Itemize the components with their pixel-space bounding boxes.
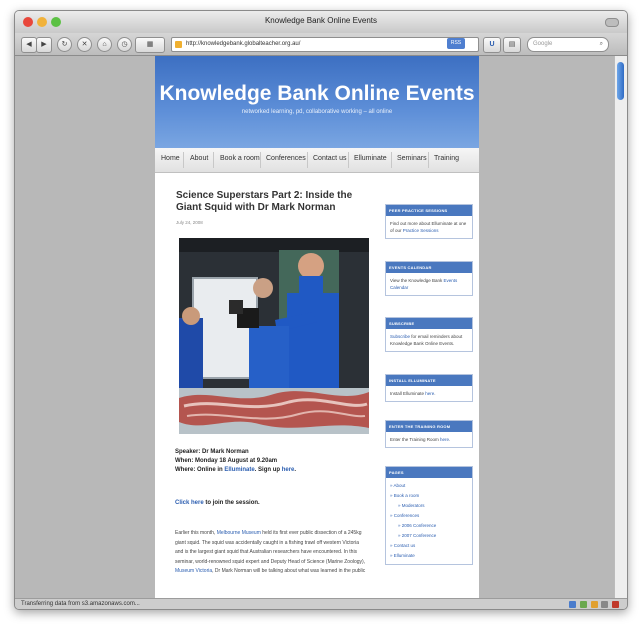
widget-heading: ENTER THE TRAINING ROOM	[386, 421, 472, 432]
home-icon[interactable]: ⌂	[97, 37, 112, 52]
melbourne-museum-link[interactable]: Melbourne Museum	[217, 530, 261, 536]
site-title[interactable]: Knowledge Bank Online Events	[155, 82, 479, 106]
page-link-contact-us[interactable]: » Contact us	[390, 541, 468, 551]
pages-list: » About » Book a room » Moderators » Con…	[386, 478, 472, 564]
post-photo	[179, 238, 369, 434]
nav-item-conferences[interactable]: Conferences	[266, 155, 306, 162]
address-bar[interactable]: http://knowledgebank.globalteacher.org.a…	[171, 37, 479, 52]
search-input[interactable]: Google ⌕	[527, 37, 609, 52]
where-end: .	[294, 467, 297, 473]
reload-icon[interactable]: ↻	[57, 37, 72, 52]
stop-icon[interactable]: ✕	[77, 37, 92, 52]
site-nav: Home About Book a room Conferences Conta…	[155, 148, 479, 173]
training-room-link[interactable]: here	[440, 437, 449, 442]
sidebar-widget-subscribe: SUBSCRIBE Subscribe for email reminders …	[385, 317, 473, 352]
page-viewport: Knowledge Bank Online Events networked l…	[15, 56, 615, 598]
when-line: When: Monday 18 August at 9.20am	[175, 458, 278, 464]
rss-icon[interactable]: RSS	[447, 38, 465, 49]
event-details: Speaker: Dr Mark Norman When: Monday 18 …	[175, 448, 296, 475]
addon-icon[interactable]	[601, 601, 609, 608]
subscribe-link[interactable]: Subscribe	[390, 334, 410, 339]
status-bar: Transferring data from s3.amazonaws.com.…	[15, 598, 627, 609]
nav-item-about[interactable]: About	[190, 155, 208, 162]
url-text: http://knowledgebank.globalteacher.org.a…	[186, 41, 301, 47]
sidebar-widget-install: INSTALL ELLUMINATE Install Elluminate he…	[385, 374, 473, 402]
body-text-3: , Dr Mark Norman will be talking about w…	[212, 568, 366, 574]
history-icon[interactable]: ◷	[117, 37, 132, 52]
addon-icon[interactable]	[612, 601, 619, 608]
post-date: July 24, 2008	[176, 220, 203, 225]
widget-heading: INSTALL ELLUMINATE	[386, 375, 472, 386]
scrollbar-thumb[interactable]	[617, 62, 624, 100]
nav-item-home[interactable]: Home	[161, 155, 180, 162]
squid-dissection-photo	[179, 238, 369, 434]
sidebar-widget-pages: PAGES » About » Book a room » Moderators…	[385, 466, 473, 565]
browser-toolbar: ◀ ▶ ↻ ✕ ⌂ ◷ ▦ http://knowledgebank.globa…	[15, 33, 627, 56]
page-link-2006-conference[interactable]: » 2006 Conference	[390, 521, 468, 531]
elluminate-link[interactable]: Elluminate	[224, 467, 254, 473]
sidebar-widget-training-room: ENTER THE TRAINING ROOM Enter the Traini…	[385, 420, 473, 448]
body-text-1: Earlier this month,	[175, 530, 217, 536]
widget-body: Subscribe for email reminders about Know…	[386, 329, 472, 351]
widget-body: View the Knowledge Bank Events Calendar	[386, 273, 472, 295]
widget-heading: PEER PRACTICE SESSIONS	[386, 205, 472, 216]
practice-sessions-link[interactable]: Practice Sessions	[403, 228, 439, 233]
back-icon[interactable]: ◀	[21, 37, 37, 53]
page-link-about[interactable]: » About	[390, 481, 468, 491]
browser-window: Knowledge Bank Online Events ◀ ▶ ↻ ✕ ⌂ ◷…	[14, 10, 628, 610]
page-link-elluminate[interactable]: » Elluminate	[390, 551, 468, 561]
vertical-scrollbar[interactable]	[614, 56, 627, 598]
join-text: to join the session.	[203, 500, 260, 506]
join-session-line: Click here to join the session.	[175, 500, 260, 506]
install-elluminate-link[interactable]: here	[425, 391, 434, 396]
addon-icon[interactable]	[569, 601, 577, 608]
extension-icon[interactable]: U	[483, 37, 501, 53]
window-title: Knowledge Bank Online Events	[264, 16, 378, 25]
page-link-book-a-room[interactable]: » Book a room	[390, 491, 468, 501]
where-mid: . Sign up	[254, 467, 282, 473]
sidebar-widget-practice: PEER PRACTICE SESSIONS Find out more abo…	[385, 204, 473, 239]
status-icons	[567, 601, 619, 609]
nav-item-book-a-room[interactable]: Book a room	[220, 155, 260, 162]
nav-item-seminars[interactable]: Seminars	[397, 155, 427, 162]
nav-item-training[interactable]: Training	[434, 155, 459, 162]
post-body: Earlier this month, Melbourne Museum hel…	[175, 529, 367, 577]
where-prefix: Where: Online in	[175, 467, 225, 473]
search-placeholder: Google	[533, 41, 553, 47]
toolbar-toggle-button[interactable]	[605, 18, 619, 27]
sign-up-link[interactable]: here	[282, 467, 295, 473]
where-line: Where: Online in Elluminate. Sign up her…	[175, 466, 296, 475]
search-icon: ⌕	[599, 41, 603, 47]
page-link-2007-conference[interactable]: » 2007 Conference	[390, 531, 468, 541]
join-session-link[interactable]: Click here	[175, 500, 204, 506]
post-title[interactable]: Science Superstars Part 2: Inside the Gi…	[176, 190, 361, 214]
forward-icon[interactable]: ▶	[36, 37, 52, 53]
lock-icon	[175, 41, 182, 48]
speaker-line: Speaker: Dr Mark Norman	[175, 449, 249, 455]
widget-heading: PAGES	[386, 467, 472, 478]
site-header: Knowledge Bank Online Events networked l…	[155, 56, 479, 148]
web-page: Knowledge Bank Online Events networked l…	[155, 56, 479, 598]
status-message: Transferring data from s3.amazonaws.com.…	[21, 601, 140, 607]
widget-body: Find out more about Elluminate at one of…	[386, 216, 472, 238]
widget-body: Install Elluminate here.	[386, 386, 472, 401]
addon-icon[interactable]	[579, 601, 587, 608]
addon-icon[interactable]	[590, 601, 598, 608]
title-bar: Knowledge Bank Online Events	[15, 11, 627, 34]
page-link-moderators[interactable]: » Moderators	[390, 501, 468, 511]
widget-heading: EVENTS CALENDAR	[386, 262, 472, 273]
nav-item-elluminate[interactable]: Elluminate	[354, 155, 387, 162]
nav-item-contact-us[interactable]: Contact us	[313, 155, 346, 162]
museum-victoria-link[interactable]: Museum Victoria	[175, 568, 212, 574]
sidebar-widget-calendar: EVENTS CALENDAR View the Knowledge Bank …	[385, 261, 473, 296]
widget-heading: SUBSCRIBE	[386, 318, 472, 329]
bookmarks-button[interactable]: ▦	[135, 37, 165, 53]
site-tagline: networked learning, pd, collaborative wo…	[241, 109, 393, 115]
bookmark-page-icon[interactable]: ▤	[503, 37, 521, 53]
widget-body: Enter the Training Room here.	[386, 432, 472, 447]
page-link-conferences[interactable]: » Conferences	[390, 511, 468, 521]
